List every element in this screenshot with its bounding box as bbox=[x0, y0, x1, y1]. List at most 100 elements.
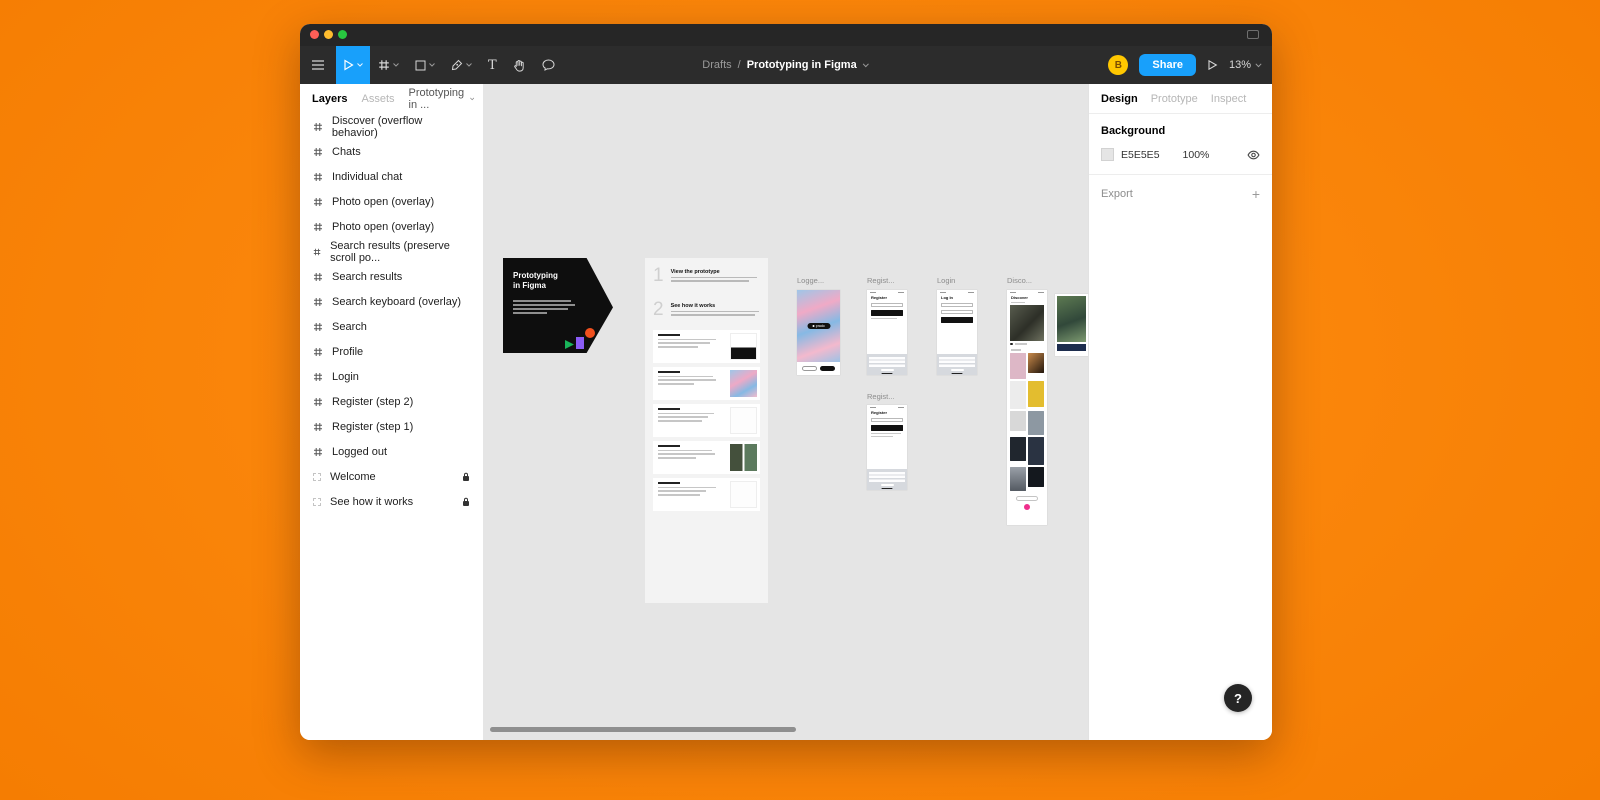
canvas[interactable]: Prototyping in Figma 1 View the prototyp… bbox=[483, 84, 1088, 740]
tab-assets[interactable]: Assets bbox=[361, 93, 394, 105]
tab-prototype[interactable]: Prototype bbox=[1151, 93, 1198, 105]
clipped-frame[interactable] bbox=[1055, 294, 1088, 356]
color-hex-value[interactable]: E5E5E5 bbox=[1121, 149, 1160, 161]
layer-row[interactable]: Individual chat bbox=[300, 164, 483, 189]
main-menu-button[interactable] bbox=[300, 46, 336, 84]
frame-icon bbox=[313, 172, 323, 182]
text-field bbox=[941, 303, 973, 308]
title-slide-shape[interactable]: Prototyping in Figma bbox=[503, 258, 613, 353]
figma-window: T Drafts / Prototyping in Figma B Share … bbox=[300, 24, 1272, 740]
orange-circle-shape bbox=[585, 328, 595, 338]
hand-tool-button[interactable] bbox=[505, 46, 534, 84]
layer-row[interactable]: Search bbox=[300, 314, 483, 339]
register-step2-frame[interactable]: Register bbox=[867, 405, 907, 490]
discover-frame[interactable]: Discover bbox=[1007, 290, 1047, 525]
right-panel-tabs: Design Prototype Inspect bbox=[1089, 84, 1272, 114]
layer-row[interactable]: Photo open (overlay) bbox=[300, 189, 483, 214]
layers-list: Discover (overflow behavior) Chats Indiv… bbox=[300, 114, 483, 514]
add-export-button[interactable]: + bbox=[1252, 187, 1260, 201]
frame-icon bbox=[313, 397, 323, 407]
visibility-toggle[interactable] bbox=[1247, 150, 1260, 160]
export-section[interactable]: Export + bbox=[1089, 175, 1272, 213]
chevron-down-icon[interactable] bbox=[863, 63, 870, 68]
shape-tool-button[interactable] bbox=[407, 46, 443, 84]
layer-row[interactable]: Welcome bbox=[300, 464, 483, 489]
logged-out-frame[interactable]: prado bbox=[797, 290, 840, 375]
grid-photo bbox=[1010, 381, 1026, 409]
layers-panel: Layers Assets Prototyping in ... Discove… bbox=[300, 84, 483, 740]
layer-row[interactable]: Chats bbox=[300, 139, 483, 164]
frame-icon bbox=[313, 147, 323, 157]
zoom-menu[interactable]: 13% bbox=[1229, 59, 1262, 71]
page-selector[interactable]: Prototyping in ... bbox=[409, 87, 475, 111]
breadcrumb-parent[interactable]: Drafts bbox=[702, 59, 731, 71]
grid-photo bbox=[1010, 411, 1026, 431]
instructions-frame[interactable]: 1 View the prototype 2 See how it works bbox=[645, 258, 768, 603]
horizontal-scrollbar[interactable] bbox=[490, 727, 796, 732]
submit-button bbox=[941, 317, 973, 323]
move-tool-button[interactable] bbox=[336, 46, 370, 84]
green-triangle-shape bbox=[565, 340, 574, 349]
layer-name: Discover (overflow behavior) bbox=[332, 115, 470, 139]
close-window-button[interactable] bbox=[310, 30, 319, 39]
layer-row[interactable]: Search keyboard (overlay) bbox=[300, 289, 483, 314]
grid-photo bbox=[1028, 467, 1044, 487]
layer-name: Profile bbox=[332, 346, 363, 358]
load-more-button bbox=[1016, 496, 1038, 501]
frame-tool-button[interactable] bbox=[370, 46, 407, 84]
step-2: 2 See how it works bbox=[653, 300, 760, 319]
minimize-window-button[interactable] bbox=[324, 30, 333, 39]
tab-layers[interactable]: Layers bbox=[312, 93, 347, 105]
rectangle-icon bbox=[415, 60, 426, 71]
comment-tool-button[interactable] bbox=[534, 46, 563, 84]
grid-photo bbox=[1028, 381, 1044, 407]
present-button[interactable] bbox=[1207, 59, 1218, 71]
breadcrumb-current[interactable]: Prototyping in Figma bbox=[747, 59, 857, 71]
accent-dot bbox=[1024, 504, 1030, 510]
lock-icon[interactable] bbox=[462, 472, 470, 482]
frame-icon bbox=[313, 422, 323, 432]
frame-icon bbox=[313, 322, 323, 332]
frame-label-register-1[interactable]: Regist... bbox=[867, 276, 895, 285]
pen-tool-button[interactable] bbox=[443, 46, 480, 84]
lock-icon[interactable] bbox=[462, 497, 470, 507]
screen-title: Register bbox=[871, 295, 903, 300]
frame-icon bbox=[313, 347, 323, 357]
register-step1-frame[interactable]: Register bbox=[867, 290, 907, 375]
slide-title: Prototyping in Figma bbox=[513, 271, 558, 292]
layer-row[interactable]: Logged out bbox=[300, 439, 483, 464]
help-button[interactable]: ? bbox=[1224, 684, 1252, 712]
layer-row[interactable]: Login bbox=[300, 364, 483, 389]
window-tab-icon[interactable] bbox=[1247, 30, 1259, 39]
artwork-thumbnail bbox=[730, 370, 757, 397]
frame-label-register-2[interactable]: Regist... bbox=[867, 392, 895, 401]
breadcrumb-separator: / bbox=[738, 59, 741, 71]
frame-label-login[interactable]: Login bbox=[937, 276, 955, 285]
layer-row[interactable]: See how it works bbox=[300, 489, 483, 514]
chevron-down-icon bbox=[1255, 63, 1262, 68]
share-button[interactable]: Share bbox=[1139, 54, 1196, 76]
layer-row[interactable]: Discover (overflow behavior) bbox=[300, 114, 483, 139]
tutorial-card bbox=[653, 478, 760, 511]
layer-row[interactable]: Photo open (overlay) bbox=[300, 214, 483, 239]
opacity-value[interactable]: 100% bbox=[1183, 149, 1210, 161]
layer-row[interactable]: Profile bbox=[300, 339, 483, 364]
tab-design[interactable]: Design bbox=[1101, 93, 1138, 105]
layer-row[interactable]: Register (step 2) bbox=[300, 389, 483, 414]
layer-row[interactable]: Search results (preserve scroll po... bbox=[300, 239, 483, 264]
login-frame[interactable]: Log In bbox=[937, 290, 977, 375]
frame-label-discover[interactable]: Disco... bbox=[1007, 276, 1032, 285]
layer-row[interactable]: Register (step 1) bbox=[300, 414, 483, 439]
layer-row[interactable]: Search results bbox=[300, 264, 483, 289]
layer-name: Login bbox=[332, 371, 359, 383]
photo-grid bbox=[1007, 351, 1047, 493]
text-field bbox=[871, 418, 903, 423]
color-swatch[interactable] bbox=[1101, 148, 1114, 161]
fullscreen-window-button[interactable] bbox=[338, 30, 347, 39]
frame-label-logged-out[interactable]: Logge... bbox=[797, 276, 824, 285]
properties-panel: Design Prototype Inspect Background E5E5… bbox=[1088, 84, 1272, 740]
background-section-title: Background bbox=[1101, 125, 1260, 137]
tab-inspect[interactable]: Inspect bbox=[1211, 93, 1246, 105]
text-tool-button[interactable]: T bbox=[480, 46, 505, 84]
avatar[interactable]: B bbox=[1108, 55, 1128, 75]
